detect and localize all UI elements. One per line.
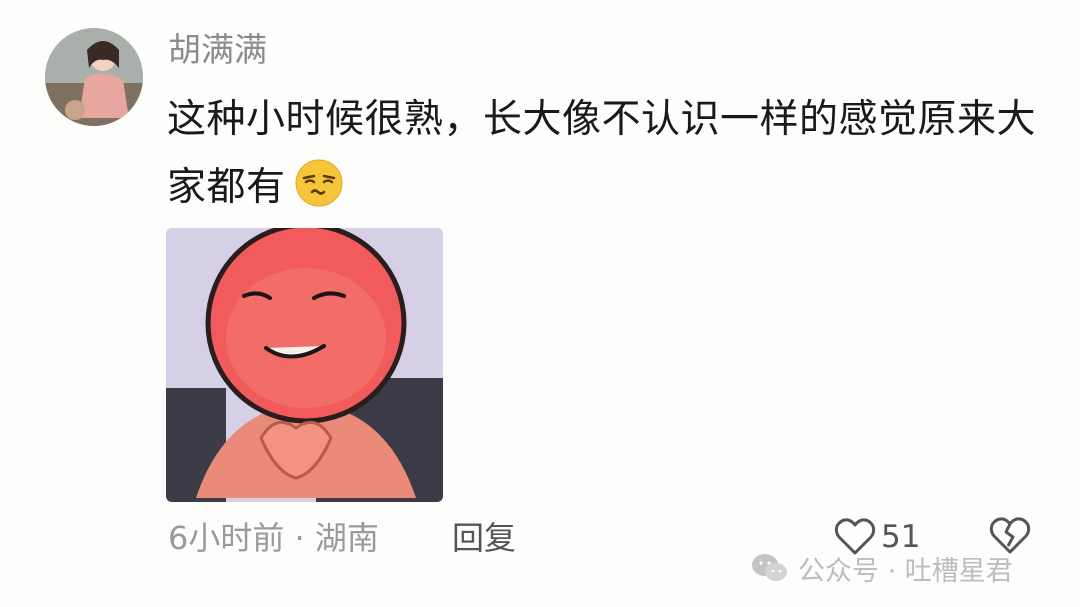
- reply-button[interactable]: 回复: [452, 516, 516, 560]
- time-location: 6小时前 · 湖南: [168, 519, 379, 557]
- smirk-emoji-icon: [295, 159, 343, 207]
- username[interactable]: 胡满满: [168, 28, 267, 72]
- comment-text: 这种小时候很熟，长大像不认识一样的感觉原来大家都有: [167, 86, 1037, 222]
- watermark-text: 公众号 · 吐槽星君: [798, 555, 1013, 587]
- avatar[interactable]: [45, 28, 143, 126]
- sticker-drawing: [166, 228, 443, 502]
- watermark: 公众号 · 吐槽星君: [750, 548, 1013, 588]
- red-face-sticker-image[interactable]: [166, 228, 443, 502]
- avatar-image: [45, 28, 143, 126]
- wechat-icon: [752, 554, 787, 581]
